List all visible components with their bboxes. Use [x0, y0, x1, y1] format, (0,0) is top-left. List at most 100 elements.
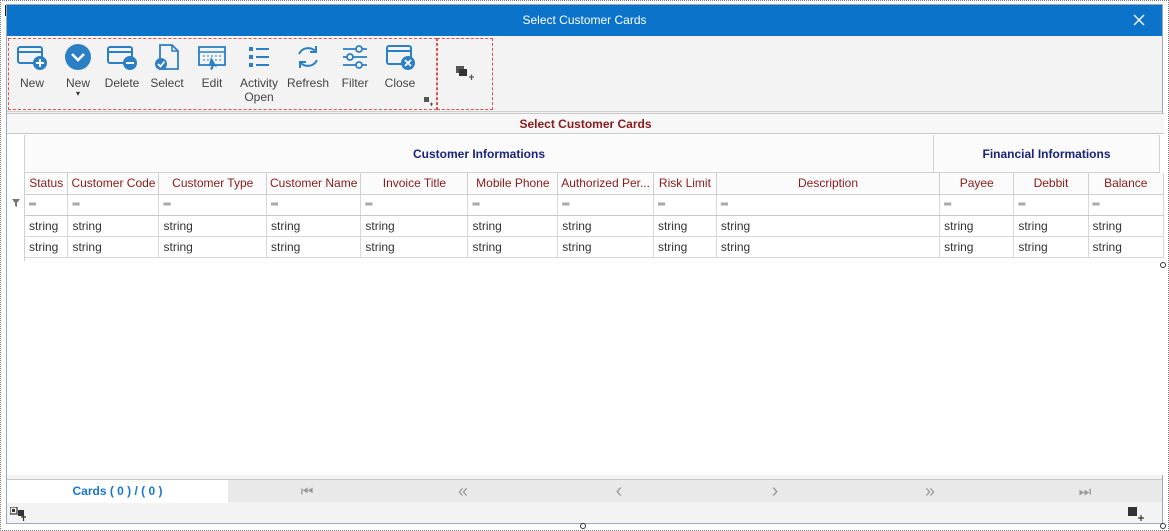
filter-cell[interactable]: ═ [1088, 194, 1165, 216]
select-document-icon [155, 44, 179, 70]
toolbar-group-more [437, 38, 493, 110]
table-cell: string [467, 236, 559, 258]
table-cell: string [25, 215, 69, 237]
column-header[interactable]: Customer Name [266, 173, 362, 195]
table-cell: string [653, 236, 717, 258]
filter-cell[interactable]: ═ [266, 194, 362, 216]
refresh-button-label: Refresh [287, 76, 330, 90]
filter-row: ═ ═ ═ ═ ═ ═ ═ ═ ═ ═ ═ ═ [25, 194, 1165, 216]
table-cell: string [653, 215, 717, 237]
close-window-icon [386, 45, 415, 70]
filter-sliders-icon [343, 45, 367, 69]
edit-button[interactable]: Edit [194, 43, 230, 109]
edit-button-label: Edit [201, 76, 223, 90]
column-header[interactable]: Description [716, 173, 941, 195]
delete-button-label: Delete [104, 76, 140, 90]
activity-open-label-line2: Open [244, 90, 274, 104]
grid-title: Select Customer Cards [7, 114, 1164, 134]
refresh-icon [298, 46, 318, 68]
customer-cards-grid: Select Customer Cards Customer Informati… [7, 113, 1165, 475]
list-icon [249, 47, 269, 67]
filter-cell[interactable]: ═ [653, 194, 717, 216]
table-cell: string [67, 215, 160, 237]
table-body: ═ ═ ═ ═ ═ ═ ═ ═ ═ ═ ═ ═ string string string string stri… [25, 194, 1165, 258]
group-expand-icon[interactable] [424, 97, 433, 106]
filter-button[interactable]: Filter [337, 43, 373, 109]
dialog-window: Select Customer Cards New New ▾ Delete S… [6, 4, 1165, 524]
first-page-icon[interactable]: ⏮ [292, 480, 322, 503]
table-cell: string [266, 215, 362, 237]
column-header[interactable]: Debbit [1013, 173, 1089, 195]
pager: Cards ( 0 ) / ( 0 ) ⏮ « ‹ › » ⏭ [7, 479, 1162, 503]
dropdown-caret-icon: ▾ [75, 89, 80, 98]
table-cell: string [1088, 215, 1165, 237]
title-bar: Select Customer Cards [7, 5, 1162, 36]
activity-open-button[interactable]: Activity Open [239, 43, 279, 109]
table-cell: string [1013, 236, 1089, 258]
filter-cell[interactable]: ═ [557, 194, 654, 216]
next-record-icon[interactable]: › [760, 480, 790, 503]
edit-window-icon [198, 46, 226, 70]
cards-count-label: Cards ( 0 ) / ( 0 ) [7, 480, 228, 503]
filter-cell[interactable]: ═ [25, 194, 69, 216]
data-table: Status Customer Code Customer Type Customer… [25, 173, 1165, 258]
delete-button[interactable]: Delete [103, 43, 141, 109]
table-cell: string [360, 236, 469, 258]
close-icon[interactable] [1130, 11, 1148, 29]
toolbar: New New ▾ Delete Select Edit Activity Op… [7, 36, 1162, 112]
group-expand-icon[interactable] [456, 66, 474, 80]
filter-cell[interactable]: ═ [1013, 194, 1089, 216]
table-cell: string [557, 215, 654, 237]
select-button-label: Select [150, 76, 184, 90]
refresh-button[interactable]: Refresh [287, 43, 329, 109]
resize-handle-right[interactable] [1160, 262, 1166, 268]
new-dropdown-label: New [65, 76, 90, 90]
table-row[interactable]: string string string string string string stri… [25, 236, 1165, 258]
filter-cell[interactable]: ═ [939, 194, 1015, 216]
filter-cell[interactable]: ═ [67, 194, 160, 216]
filter-cell[interactable]: ═ [716, 194, 941, 216]
previous-page-icon[interactable]: « [448, 480, 478, 503]
resize-handle-bottom[interactable] [580, 523, 586, 529]
activity-open-label-line1: Activity [239, 76, 278, 90]
column-header[interactable]: Customer Type [158, 173, 268, 195]
column-header[interactable]: Invoice Title [360, 173, 469, 195]
last-page-icon[interactable]: ⏭ [1070, 480, 1100, 503]
table-cell: string [67, 236, 160, 258]
close-button-label: Close [384, 76, 416, 90]
table-row[interactable]: string string string string string string stri… [25, 215, 1165, 237]
table-cell: string [266, 236, 362, 258]
expand-icon[interactable] [1128, 507, 1144, 521]
select-button[interactable]: Select [149, 43, 185, 109]
column-header[interactable]: Balance [1088, 173, 1165, 195]
column-header[interactable]: Authorized Per... [557, 173, 654, 195]
component-tray-icon[interactable] [10, 507, 26, 521]
filter-row-icon [12, 199, 20, 207]
table-cell: string [1088, 236, 1165, 258]
column-header-row: Status Customer Code Customer Type Customer… [25, 173, 1165, 195]
filter-cell[interactable]: ═ [360, 194, 469, 216]
previous-record-icon[interactable]: ‹ [604, 480, 634, 503]
band-financial-informations[interactable]: Financial Informations [934, 135, 1160, 173]
chevron-down-circle-icon [65, 44, 91, 70]
column-header[interactable]: Status [25, 173, 69, 195]
table-cell: string [25, 236, 69, 258]
close-button[interactable]: Close [382, 43, 418, 109]
status-bar [7, 503, 1162, 523]
column-header[interactable]: Payee [939, 173, 1015, 195]
add-window-icon [17, 46, 47, 70]
table-cell: string [158, 236, 268, 258]
column-header[interactable]: Risk Limit [653, 173, 717, 195]
resize-handle-corner[interactable] [1160, 523, 1166, 529]
table-cell: string [716, 236, 941, 258]
table-cell: string [1013, 215, 1089, 237]
new-button[interactable]: New [14, 43, 50, 109]
column-header[interactable]: Mobile Phone [467, 173, 559, 195]
filter-button-label: Filter [341, 76, 369, 90]
band-customer-informations[interactable]: Customer Informations [25, 135, 934, 173]
filter-cell[interactable]: ═ [467, 194, 559, 216]
new-dropdown-button[interactable]: New ▾ [61, 43, 95, 109]
next-page-icon[interactable]: » [915, 480, 945, 503]
column-header[interactable]: Customer Code [67, 173, 160, 195]
filter-cell[interactable]: ═ [158, 194, 268, 216]
